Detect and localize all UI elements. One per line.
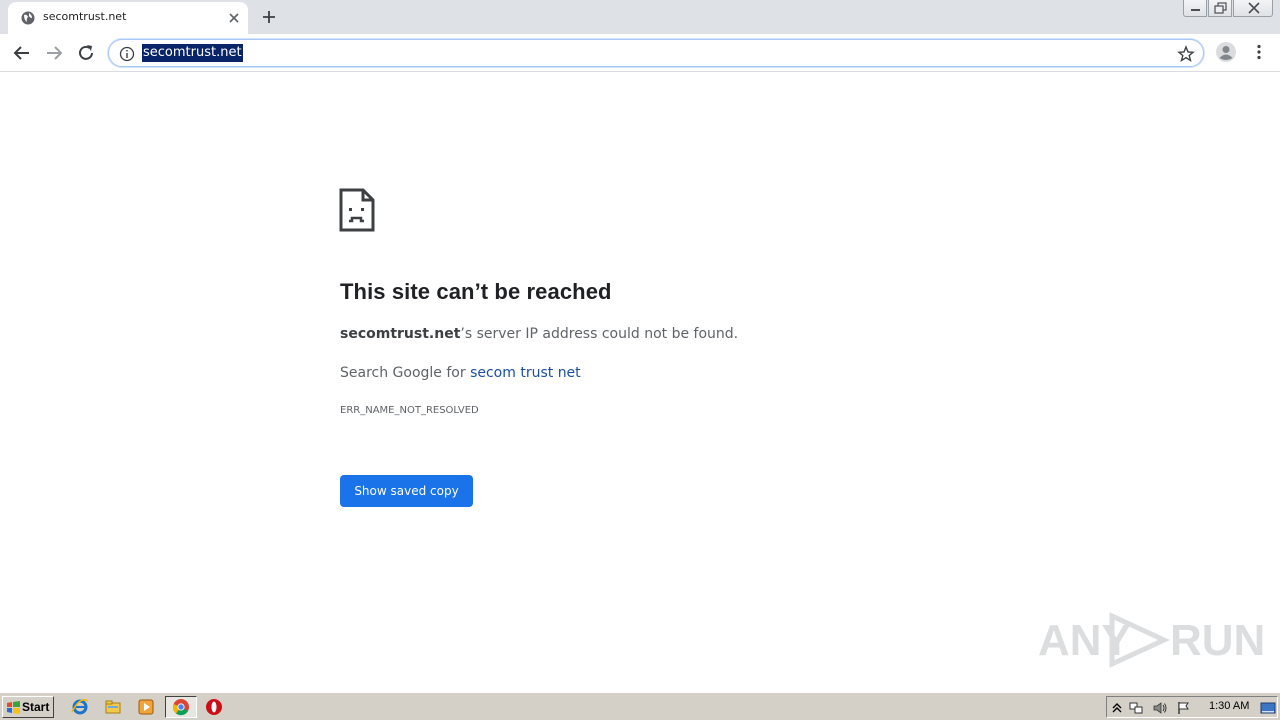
chrome-icon [172, 699, 189, 716]
error-code: ERR_NAME_NOT_RESOLVED [340, 405, 479, 416]
search-google-link[interactable]: secom trust net [470, 365, 581, 381]
bookmark-star-icon[interactable] [1177, 45, 1195, 63]
reload-icon[interactable] [75, 42, 97, 64]
volume-icon[interactable] [1152, 700, 1168, 716]
action-center-flag-icon[interactable] [1176, 700, 1192, 716]
profile-avatar-icon[interactable] [1215, 41, 1237, 63]
window-close-button[interactable] [1233, 0, 1273, 17]
error-message-text: ’s server IP address could not be found. [460, 326, 739, 342]
url-text[interactable]: secomtrust.net [142, 44, 243, 62]
anyrun-watermark: ANY RUN [1038, 612, 1265, 668]
info-icon[interactable] [119, 46, 135, 62]
browser-tab[interactable]: secomtrust.net [8, 2, 248, 34]
file-explorer-icon[interactable] [104, 698, 122, 716]
internet-explorer-icon[interactable] [71, 698, 89, 716]
close-icon[interactable] [226, 10, 242, 26]
show-desktop-icon[interactable] [1260, 700, 1276, 716]
back-arrow-icon[interactable] [11, 42, 33, 64]
error-title: This site can’t be reached [340, 279, 612, 304]
opera-icon[interactable] [205, 698, 223, 716]
error-host: secomtrust.net [340, 326, 461, 342]
windows-taskbar: Start 1:30 AM [0, 692, 1280, 720]
sad-page-icon [339, 188, 375, 232]
tab-title: secomtrust.net [43, 10, 127, 23]
start-button[interactable]: Start [2, 696, 54, 718]
search-suggestion: Search Google for secom trust net [340, 365, 581, 381]
watermark-run-text: RUN [1170, 616, 1266, 665]
show-saved-copy-button[interactable]: Show saved copy [340, 475, 473, 507]
window-minimize-button[interactable] [1183, 0, 1207, 17]
kebab-menu-icon[interactable] [1250, 43, 1268, 61]
globe-icon [21, 11, 35, 25]
search-prefix: Search Google for [340, 365, 471, 381]
browser-toolbar: secomtrust.net [0, 34, 1280, 72]
taskbar-chrome-button[interactable] [165, 696, 197, 718]
tab-strip: secomtrust.net [0, 0, 1280, 34]
system-tray: 1:30 AM [1106, 696, 1278, 718]
new-tab-plus-icon[interactable] [260, 8, 278, 26]
play-logo-icon [1109, 612, 1170, 668]
address-bar[interactable]: secomtrust.net [108, 39, 1204, 67]
error-message: secomtrust.net’s server IP address could… [340, 326, 738, 342]
windows-flag-icon [7, 701, 20, 714]
show-hidden-icons-icon[interactable] [1109, 700, 1125, 716]
start-label: Start [22, 700, 50, 714]
taskbar-clock[interactable]: 1:30 AM [1209, 700, 1249, 712]
network-icon[interactable] [1128, 700, 1144, 716]
media-player-icon[interactable] [137, 698, 155, 716]
forward-arrow-icon[interactable] [43, 42, 65, 64]
window-restore-button[interactable] [1208, 0, 1232, 17]
